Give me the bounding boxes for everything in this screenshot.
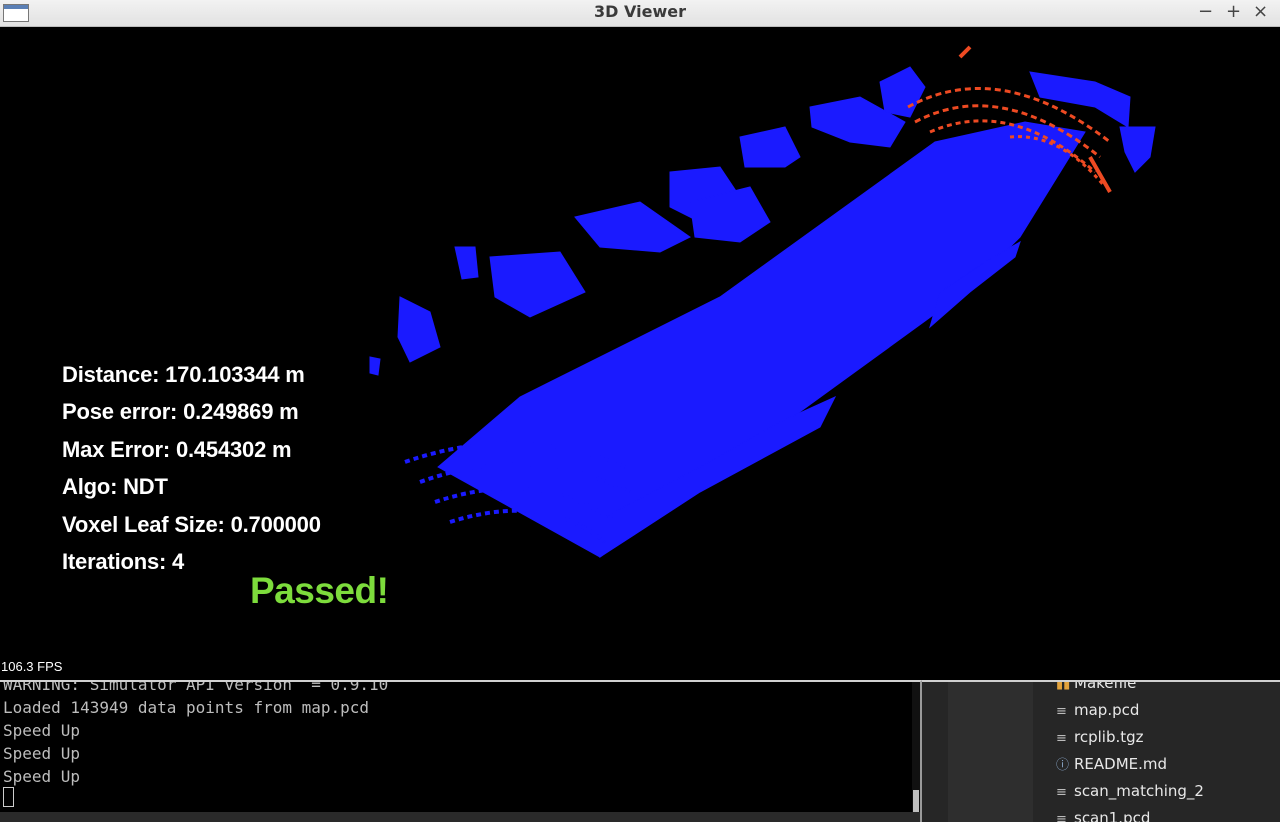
terminal-output[interactable]: WARNING: Simulator API version = 0.9.10 …	[0, 680, 922, 822]
3d-viewport[interactable]: Distance: 170.103344 m Pose error: 0.249…	[0, 27, 1280, 680]
terminal-cursor	[3, 787, 14, 807]
status-passed: Passed!	[250, 570, 389, 611]
building	[397, 296, 441, 363]
file-list: ▮▮ Makefile ≡ map.pcd ≡ rcplib.tgz ⓘ README.…	[1056, 680, 1204, 822]
file-name: Makefile	[1074, 680, 1137, 692]
hud-distance: Distance: 170.103344 m	[62, 362, 305, 387]
file-item-scan-matching-2[interactable]: ≡ scan_matching_2	[1056, 778, 1204, 805]
fps-counter: 106.3 FPS	[1, 659, 63, 674]
map-point-cloud	[369, 66, 1156, 559]
window-titlebar[interactable]: 3D Viewer − + ×	[0, 0, 1280, 27]
file-icon: ≡	[1056, 731, 1067, 746]
window-title: 3D Viewer	[594, 2, 686, 21]
maximize-button[interactable]: +	[1226, 1, 1241, 23]
file-explorer: ▮▮ Makefile ≡ map.pcd ≡ rcplib.tgz ⓘ README.…	[922, 680, 1280, 822]
file-icon: ≡	[1056, 704, 1067, 719]
terminal-scrollbar-thumb[interactable]	[913, 790, 919, 812]
terminal-bottom-bar	[0, 812, 920, 822]
file-item-makefile[interactable]: ▮▮ Makefile	[1056, 680, 1204, 697]
building	[574, 201, 691, 253]
terminal-line: Speed Up	[3, 744, 81, 763]
scan-arc	[1088, 156, 1112, 193]
far-structure	[879, 66, 926, 118]
file-name: map.pcd	[1074, 701, 1140, 719]
file-item-readme[interactable]: ⓘ README.md	[1056, 751, 1204, 778]
building	[454, 246, 479, 280]
hud-algo: Algo: NDT	[62, 474, 168, 499]
file-item-rcplib[interactable]: ≡ rcplib.tgz	[1056, 724, 1204, 751]
building	[489, 251, 586, 318]
terminal-line: Loaded 143949 data points from map.pcd	[3, 698, 370, 717]
file-item-map-pcd[interactable]: ≡ map.pcd	[1056, 697, 1204, 724]
terminal-line: Speed Up	[3, 767, 81, 786]
far-structure	[1119, 126, 1156, 173]
building	[739, 126, 801, 168]
file-name: scan1.pcd	[1074, 809, 1151, 822]
file-icon: ≡	[1056, 785, 1067, 800]
far-structure	[1029, 71, 1131, 128]
minimize-button[interactable]: −	[1198, 1, 1213, 23]
hud-pose-error: Pose error: 0.249869 m	[62, 399, 299, 424]
terminal-line: WARNING: Simulator API version = 0.9.10	[3, 680, 389, 694]
hud-max-error: Max Error: 0.454302 m	[62, 437, 292, 462]
point-cloud	[369, 45, 1156, 559]
close-button[interactable]: ×	[1253, 1, 1268, 23]
terminal-line: Speed Up	[3, 721, 81, 740]
scan-arc	[958, 45, 972, 59]
hud-iterations: Iterations: 4	[62, 549, 185, 574]
file-explorer-gutter	[948, 682, 1033, 822]
info-icon: ⓘ	[1056, 758, 1070, 773]
building	[369, 356, 381, 376]
file-name: scan_matching_2	[1074, 782, 1204, 800]
file-name: rcplib.tgz	[1074, 728, 1144, 746]
makefile-icon: ▮▮	[1056, 680, 1071, 692]
terminal-scrollbar[interactable]	[912, 682, 920, 822]
file-item-scan1-pcd[interactable]: ≡ scan1.pcd	[1056, 805, 1204, 822]
file-icon: ≡	[1056, 812, 1067, 822]
hud-voxel-leaf-size: Voxel Leaf Size: 0.700000	[62, 512, 321, 537]
file-name: README.md	[1074, 755, 1168, 773]
